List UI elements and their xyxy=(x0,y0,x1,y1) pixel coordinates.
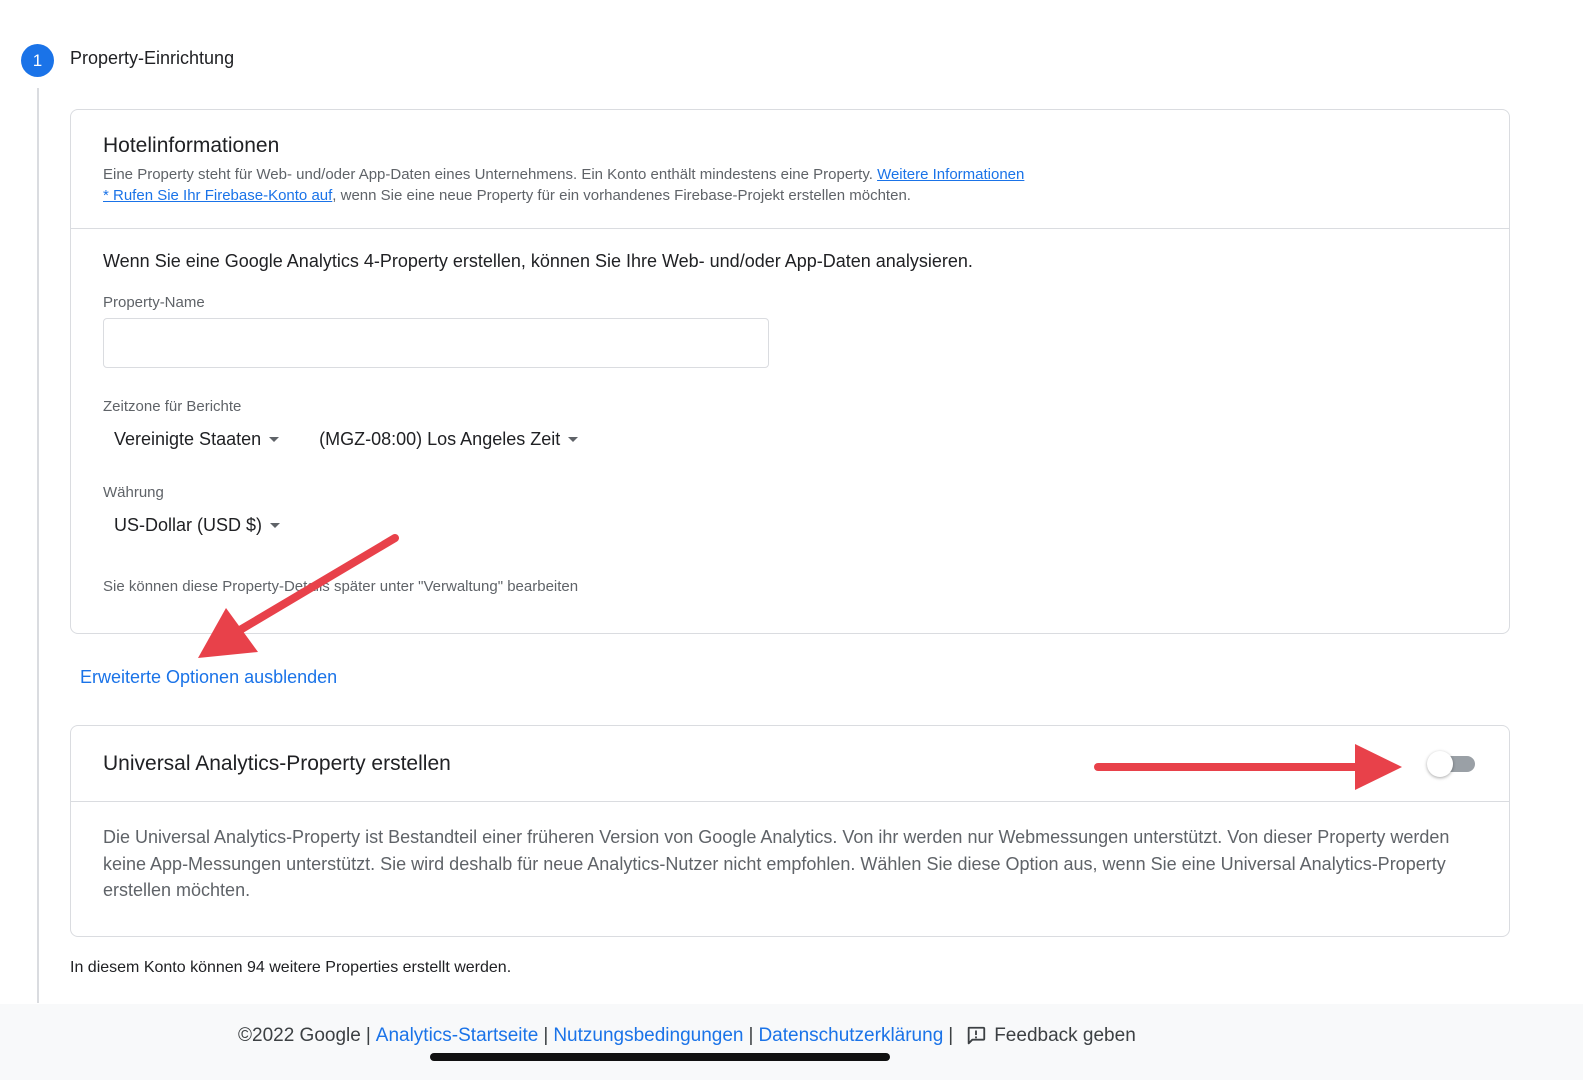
analytics-home-link[interactable]: Analytics-Startseite xyxy=(376,1025,539,1047)
caret-down-icon xyxy=(568,436,579,442)
help-line-1: Eine Property steht für Web- und/oder Ap… xyxy=(103,164,1477,185)
ua-property-toggle[interactable] xyxy=(1427,750,1477,777)
caret-down-icon xyxy=(269,436,280,442)
help-text-1: Eine Property steht für Web- und/oder Ap… xyxy=(103,166,873,183)
hotel-info-header: Hotelinformationen Eine Property steht f… xyxy=(71,110,1509,229)
timezone-label: Zeitzone für Berichte xyxy=(103,398,242,415)
terms-link[interactable]: Nutzungsbedingungen xyxy=(553,1025,743,1047)
hotel-info-title: Hotelinformationen xyxy=(103,134,280,157)
currency-row: US-Dollar (USD $) xyxy=(103,508,1477,542)
ga4-intro-text: Wenn Sie eine Google Analytics 4-Propert… xyxy=(103,251,973,271)
edit-later-note: Sie können diese Property-Details später… xyxy=(103,578,579,595)
footer-row: ©2022 Google | Analytics-Startseite | Nu… xyxy=(238,1025,1136,1047)
feedback-button[interactable]: Feedback geben xyxy=(965,1025,1136,1047)
footer: ©2022 Google | Analytics-Startseite | Nu… xyxy=(0,1004,1583,1080)
toggle-knob xyxy=(1427,750,1453,777)
hotel-info-body: Wenn Sie eine Google Analytics 4-Propert… xyxy=(71,229,1509,595)
currency-label: Währung xyxy=(103,484,164,501)
timezone-country-dropdown[interactable]: Vereinigte Staaten xyxy=(103,422,290,456)
property-name-input[interactable] xyxy=(103,318,769,368)
feedback-label: Feedback geben xyxy=(994,1025,1136,1046)
copyright: ©2022 Google xyxy=(238,1025,361,1046)
firebase-account-link[interactable]: * Rufen Sie Ihr Firebase-Konto auf xyxy=(103,187,332,204)
timezone-value: (MGZ-08:00) Los Angeles Zeit xyxy=(319,428,561,449)
help-line-2: * Rufen Sie Ihr Firebase-Konto auf, wenn… xyxy=(103,185,1477,206)
footer-separator: | xyxy=(948,1025,954,1046)
hotel-info-card: Hotelinformationen Eine Property steht f… xyxy=(70,109,1510,634)
privacy-link[interactable]: Datenschutzerklärung xyxy=(758,1025,943,1047)
universal-analytics-card: Universal Analytics-Property erstellen D… xyxy=(70,725,1510,937)
step-connector-line xyxy=(37,88,39,1003)
feedback-icon xyxy=(967,1026,986,1045)
hide-advanced-options-link[interactable]: Erweiterte Optionen ausblenden xyxy=(80,667,337,688)
property-name-label: Property-Name xyxy=(103,294,205,311)
help-text-2: , wenn Sie eine neue Property für ein vo… xyxy=(332,187,911,204)
currency-value: US-Dollar (USD $) xyxy=(114,514,263,535)
caret-down-icon xyxy=(270,522,281,528)
ua-description: Die Universal Analytics-Property ist Bes… xyxy=(103,827,1450,900)
timezone-row: Vereinigte Staaten (MGZ-08:00) Los Angel… xyxy=(103,422,1477,456)
ua-card-title: Universal Analytics-Property erstellen xyxy=(103,751,451,775)
page: 1 Property-Einrichtung Hotelinformatione… xyxy=(0,0,1583,1080)
property-quota-text: In diesem Konto können 94 weitere Proper… xyxy=(70,959,512,976)
step-number-badge: 1 xyxy=(21,44,54,77)
timezone-country-value: Vereinigte Staaten xyxy=(114,428,262,449)
more-info-link[interactable]: Weitere Informationen xyxy=(877,166,1024,183)
timezone-dropdown[interactable]: (MGZ-08:00) Los Angeles Zeit xyxy=(308,422,589,456)
ua-card-header: Universal Analytics-Property erstellen xyxy=(71,726,1509,802)
home-indicator xyxy=(430,1053,890,1061)
footer-separator: | xyxy=(748,1025,754,1046)
footer-separator: | xyxy=(365,1025,371,1046)
currency-dropdown[interactable]: US-Dollar (USD $) xyxy=(103,508,291,542)
step-title: Property-Einrichtung xyxy=(70,48,235,68)
footer-separator: | xyxy=(543,1025,549,1046)
